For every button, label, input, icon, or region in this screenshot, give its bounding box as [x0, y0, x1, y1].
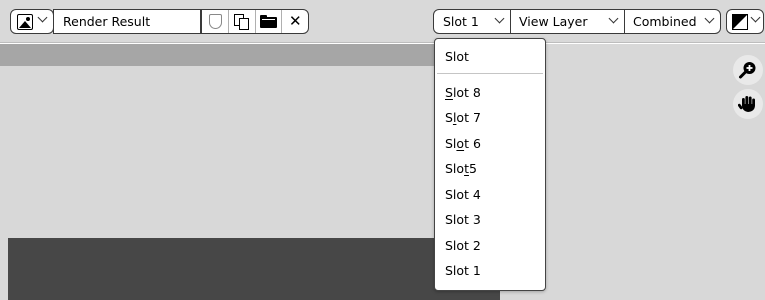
render-name-field[interactable]: Render Result [53, 9, 201, 34]
slot-dropdown[interactable]: Slot 1 [433, 9, 511, 34]
slot-dropdown-value: Slot 1 [443, 14, 479, 29]
editor-type-menu[interactable] [10, 9, 54, 34]
view-layer-value: View Layer [519, 14, 588, 29]
menu-title: Slot [445, 49, 469, 64]
fake-user-button[interactable] [202, 10, 228, 33]
hand-icon [738, 96, 755, 112]
display-channels-icon [732, 13, 748, 30]
menu-item-slot-4[interactable]: Slot 4 [436, 182, 544, 206]
slot-dropdown-menu: Slot Slot 8 Sl ot 7 Sl o t 6 Slo t 5 Slot 4 … [434, 38, 546, 291]
menu-item-slot-5[interactable]: Slo t 5 [436, 157, 544, 181]
folder-icon [260, 15, 278, 28]
chevron-down-icon [608, 13, 619, 24]
menu-item-slot-3[interactable]: Slot 3 [436, 208, 544, 232]
render-image-top-strip [0, 44, 500, 66]
duplicate-button[interactable] [228, 10, 255, 33]
chevron-down-icon [750, 12, 761, 23]
menu-item-slot-1[interactable]: Slot 1 [436, 259, 544, 283]
unlink-button[interactable]: ✕ [281, 10, 308, 33]
zoom-button[interactable] [733, 55, 763, 85]
menu-separator [437, 73, 543, 74]
menu-item-slot-8[interactable]: Slot 8 [436, 80, 544, 104]
chevron-down-icon [37, 12, 48, 23]
render-pass-dropdown[interactable]: Combined [624, 9, 721, 34]
render-pass-value: Combined [633, 14, 697, 29]
menu-item-slot-6[interactable]: Sl o t 6 [436, 131, 544, 155]
chevron-down-icon [704, 13, 715, 24]
image-editor-icon [17, 13, 33, 30]
chevron-down-icon [494, 13, 505, 24]
pan-button[interactable] [733, 89, 763, 119]
duplicate-icon [234, 13, 250, 30]
canvas-edge [0, 238, 8, 300]
view-layer-dropdown[interactable]: View Layer [510, 9, 625, 34]
shield-icon [208, 14, 222, 29]
browse-button[interactable] [254, 10, 282, 33]
menu-item-slot-2[interactable]: Slot 2 [436, 233, 544, 257]
render-image-bottom [8, 238, 500, 300]
display-channels-dropdown[interactable] [726, 9, 764, 34]
menu-item-slot-7[interactable]: Sl ot 7 [436, 106, 544, 130]
zoom-icon [739, 62, 756, 79]
close-icon: ✕ [288, 12, 302, 30]
image-datablock-actions: ✕ [201, 9, 309, 34]
render-name-label: Render Result [63, 14, 151, 29]
